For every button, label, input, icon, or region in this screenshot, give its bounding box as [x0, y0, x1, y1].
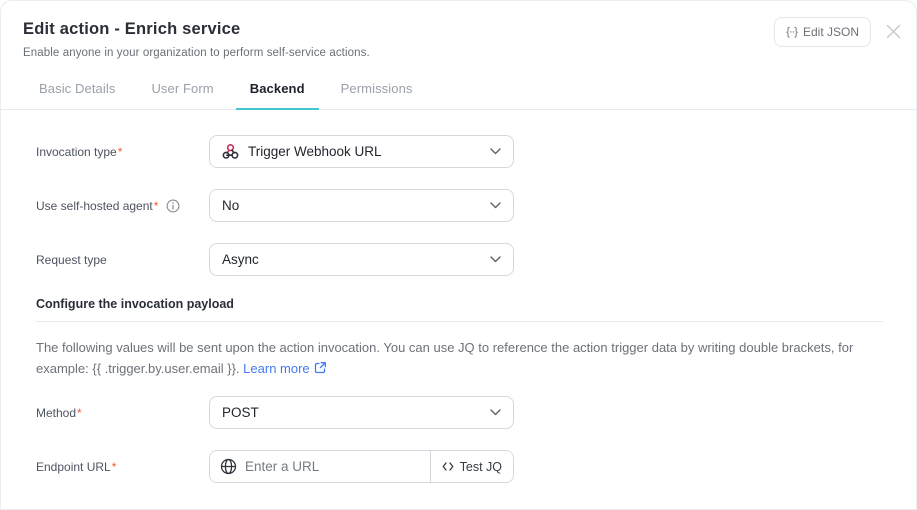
- request-type-select[interactable]: Async: [209, 243, 514, 276]
- close-button[interactable]: [884, 22, 902, 40]
- endpoint-url-row: Endpoint URL*: [36, 450, 883, 483]
- test-jq-label: Test JQ: [460, 460, 502, 474]
- required-mark: *: [77, 406, 82, 420]
- self-hosted-agent-select[interactable]: No: [209, 189, 514, 222]
- endpoint-url-label: Endpoint URL*: [36, 460, 209, 474]
- required-mark: *: [118, 145, 123, 159]
- request-type-label: Request type: [36, 253, 209, 267]
- edit-action-modal: Edit action - Enrich service Enable anyo…: [0, 0, 917, 510]
- test-jq-button[interactable]: Test JQ: [430, 451, 513, 482]
- code-brackets-icon: [442, 462, 454, 471]
- self-hosted-agent-label: Use self-hosted agent*: [36, 199, 209, 213]
- method-select[interactable]: POST: [209, 396, 514, 429]
- payload-section-heading: Configure the invocation payload: [36, 297, 883, 311]
- endpoint-url-field-wrap: [210, 451, 430, 482]
- chevron-down-icon: [490, 256, 501, 263]
- braces-icon: {··}: [786, 26, 797, 38]
- method-row: Method* POST: [36, 396, 883, 429]
- webhook-icon: [222, 143, 239, 160]
- close-icon: [886, 24, 901, 39]
- modal-header: Edit action - Enrich service Enable anyo…: [1, 1, 916, 59]
- chevron-down-icon: [490, 409, 501, 416]
- tab-basic-details[interactable]: Basic Details: [25, 69, 129, 110]
- endpoint-url-input[interactable]: [245, 459, 420, 474]
- request-type-row: Request type Async: [36, 243, 883, 276]
- edit-json-label: Edit JSON: [803, 25, 859, 39]
- chevron-down-icon: [490, 148, 501, 155]
- tab-user-form[interactable]: User Form: [137, 69, 227, 110]
- section-divider: [36, 321, 883, 322]
- tab-permissions[interactable]: Permissions: [327, 69, 427, 110]
- endpoint-url-group: Test JQ: [209, 450, 514, 483]
- method-value: POST: [222, 405, 481, 420]
- invocation-type-row: Invocation type* Trigger Webhook URL: [36, 135, 883, 168]
- backend-form: Invocation type* Trigger Webhook URL: [1, 110, 916, 483]
- invocation-type-value: Trigger Webhook URL: [248, 144, 481, 159]
- learn-more-link[interactable]: Learn more: [243, 361, 309, 376]
- method-label: Method*: [36, 406, 209, 420]
- globe-icon: [220, 458, 237, 475]
- external-link-icon: [314, 359, 327, 380]
- required-mark: *: [112, 460, 117, 474]
- tab-backend[interactable]: Backend: [236, 69, 319, 110]
- request-type-value: Async: [222, 252, 481, 267]
- invocation-type-label: Invocation type*: [36, 145, 209, 159]
- tab-bar: Basic Details User Form Backend Permissi…: [1, 69, 916, 110]
- chevron-down-icon: [490, 202, 501, 209]
- self-hosted-agent-value: No: [222, 198, 481, 213]
- page-subtitle: Enable anyone in your organization to pe…: [23, 47, 892, 59]
- self-hosted-agent-row: Use self-hosted agent* No: [36, 189, 883, 222]
- invocation-type-select[interactable]: Trigger Webhook URL: [209, 135, 514, 168]
- page-title: Edit action - Enrich service: [23, 20, 892, 39]
- info-icon[interactable]: [166, 199, 180, 213]
- edit-json-button[interactable]: {··} Edit JSON: [774, 17, 871, 47]
- payload-description: The following values will be sent upon t…: [36, 337, 871, 380]
- required-mark: *: [154, 199, 159, 213]
